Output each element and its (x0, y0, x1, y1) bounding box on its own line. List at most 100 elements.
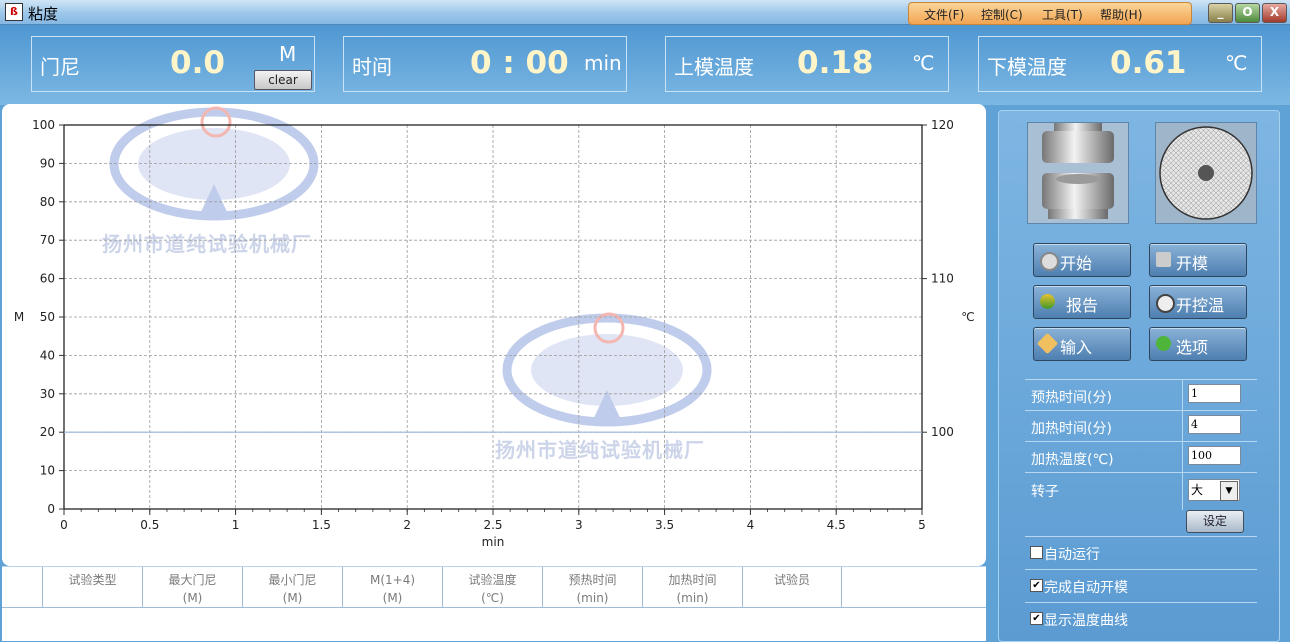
heat-time-input[interactable]: 4 (1188, 415, 1241, 434)
time-readout: 时间 0 : 00 min (343, 36, 627, 92)
app-logo-icon: ß (5, 3, 23, 21)
x-tick-label: 3.5 (655, 518, 674, 532)
mold-icon (1042, 123, 1114, 219)
y2-tick-label: 120 (931, 118, 954, 132)
menu-control[interactable]: 控制(C) (981, 6, 1023, 23)
options-button[interactable]: 选项 (1149, 327, 1247, 361)
upper-temp-label: 上模温度 (674, 55, 754, 79)
time-unit: min (584, 51, 622, 75)
mold-button-icon (1156, 252, 1171, 267)
mooney-unit: M (279, 42, 297, 66)
y-axis-label: M (14, 310, 24, 324)
set-button[interactable]: 设定 (1186, 510, 1244, 533)
auto-run-checkbox[interactable] (1030, 546, 1043, 559)
time-label: 时间 (352, 55, 392, 79)
mooney-readout: 门尼 0.0 M clear (31, 36, 315, 92)
y-tick-label: 100 (32, 118, 55, 132)
preheat-label: 预热时间(分) (1031, 390, 1112, 406)
report-icon (1040, 294, 1055, 309)
y-tick-label: 80 (40, 195, 55, 209)
y-tick-label: 50 (40, 310, 55, 324)
col-m14[interactable]: M(1+4) (M) (342, 567, 442, 607)
col-operator[interactable]: 试验员 (742, 567, 842, 607)
menu-help[interactable]: 帮助(H) (1100, 6, 1142, 23)
auto-run-label: 自动运行 (1044, 547, 1100, 563)
heat-time-row: 加热时间(分) 4 (1025, 411, 1257, 442)
y-tick-label: 70 (40, 233, 55, 247)
mold-image (1027, 122, 1129, 224)
input-button[interactable]: 输入 (1033, 327, 1131, 361)
col-max-mooney[interactable]: 最大门尼 (M) (142, 567, 242, 607)
rotor-select-value: 大 (1191, 483, 1204, 497)
menu-tools[interactable]: 工具(T) (1042, 6, 1083, 23)
minimize-button[interactable]: _ (1208, 3, 1233, 23)
x-tick-label: 2.5 (483, 518, 502, 532)
pencil-icon (1036, 332, 1059, 355)
params-table: 预热时间(分) 1 加热时间(分) 4 加热温度(℃) 100 转子 大 ▼ 设… (1025, 379, 1257, 642)
y-tick-label: 10 (40, 464, 55, 478)
y-tick-label: 60 (40, 272, 55, 286)
close-button[interactable]: X (1262, 3, 1287, 23)
report-button[interactable]: 报告 (1033, 285, 1131, 319)
rotor-image (1155, 122, 1257, 224)
input-label: 输入 (1060, 338, 1093, 357)
lower-temp-readout: 下模温度 0.61 ℃ (978, 36, 1262, 92)
set-row: 设定 (1025, 506, 1257, 537)
col-heat-time[interactable]: 加热时间 (min) (642, 567, 742, 607)
control-panel: 开始 开模 报告 开控温 输入 选项 预热时间(分) 1 加热时间(分) 4 加… (998, 110, 1280, 642)
y-tick-label: 90 (40, 156, 55, 170)
x-axis-label: min (482, 535, 505, 549)
table-header: 试验类型 最大门尼 (M) 最小门尼 (M) M(1+4) (M) 试验温度 (℃) 预… (2, 567, 986, 608)
menu-file[interactable]: 文件(F) (924, 6, 964, 23)
temp-control-label: 开控温 (1176, 296, 1225, 315)
x-tick-label: 3 (575, 518, 583, 532)
y-tick-label: 20 (40, 425, 55, 439)
lower-temp-label: 下模温度 (987, 55, 1067, 79)
time-value: 0 : 00 (470, 45, 569, 81)
show-temp-row[interactable]: ✔ 显示温度曲线 (1025, 603, 1257, 635)
col-test-type[interactable]: 试验类型 (42, 567, 142, 607)
y2-tick-label: 100 (931, 425, 954, 439)
maximize-button[interactable]: O (1235, 3, 1260, 23)
upper-temp-value: 0.18 (797, 45, 874, 81)
heat-temp-input[interactable]: 100 (1188, 446, 1241, 465)
menu-bar: 文件(F) 控制(C) 工具(T) 帮助(H) (908, 2, 1192, 25)
lower-temp-value: 0.61 (1110, 45, 1187, 81)
mooney-label: 门尼 (40, 55, 80, 79)
upper-temp-unit: ℃ (912, 51, 935, 75)
title-bar: ß 粘度 文件(F) 控制(C) 工具(T) 帮助(H) _ O X (0, 0, 1290, 25)
rotor-select[interactable]: 大 ▼ (1188, 479, 1240, 501)
start-label: 开始 (1060, 254, 1093, 273)
auto-run-row[interactable]: 自动运行 (1025, 537, 1257, 570)
temp-control-button[interactable]: 开控温 (1149, 285, 1247, 319)
clear-button[interactable]: clear (254, 70, 312, 90)
auto-open-checkbox[interactable]: ✔ (1030, 579, 1043, 592)
auto-open-row[interactable]: ✔ 完成自动开模 (1025, 570, 1257, 603)
open-mold-button[interactable]: 开模 (1149, 243, 1247, 277)
y2-axis-label: ℃ (961, 310, 974, 324)
x-tick-label: 1.5 (312, 518, 331, 532)
start-icon (1040, 252, 1059, 271)
y-tick-label: 30 (40, 387, 55, 401)
start-button[interactable]: 开始 (1033, 243, 1131, 277)
col-preheat-time[interactable]: 预热时间 (min) (542, 567, 642, 607)
x-tick-label: 4.5 (827, 518, 846, 532)
col-test-temp[interactable]: 试验温度 (℃) (442, 567, 542, 607)
options-icon (1156, 336, 1171, 351)
auto-open-label: 完成自动开模 (1044, 580, 1128, 596)
chart-panel: 扬州市道纯试验机械厂 扬州市道纯试验机械厂 0 0.5 1 1.5 2 2.5 3 3.5 4 4… (2, 104, 986, 566)
window-title: 粘度 (28, 5, 59, 23)
y-tick-label: 0 (47, 502, 55, 516)
preheat-row: 预热时间(分) 1 (1025, 380, 1257, 411)
y-tick-label: 40 (40, 348, 55, 362)
show-temp-label: 显示温度曲线 (1044, 613, 1128, 629)
rotor-row: 转子 大 ▼ (1025, 473, 1257, 505)
heat-temp-label: 加热温度(℃) (1031, 452, 1114, 468)
show-temp-checkbox[interactable]: ✔ (1030, 612, 1043, 625)
lower-temp-unit: ℃ (1225, 51, 1248, 75)
heat-temp-row: 加热温度(℃) 100 (1025, 442, 1257, 473)
rotor-icon (1159, 126, 1253, 220)
chevron-down-icon[interactable]: ▼ (1220, 481, 1238, 501)
col-min-mooney[interactable]: 最小门尼 (M) (242, 567, 342, 607)
preheat-time-input[interactable]: 1 (1188, 384, 1241, 403)
